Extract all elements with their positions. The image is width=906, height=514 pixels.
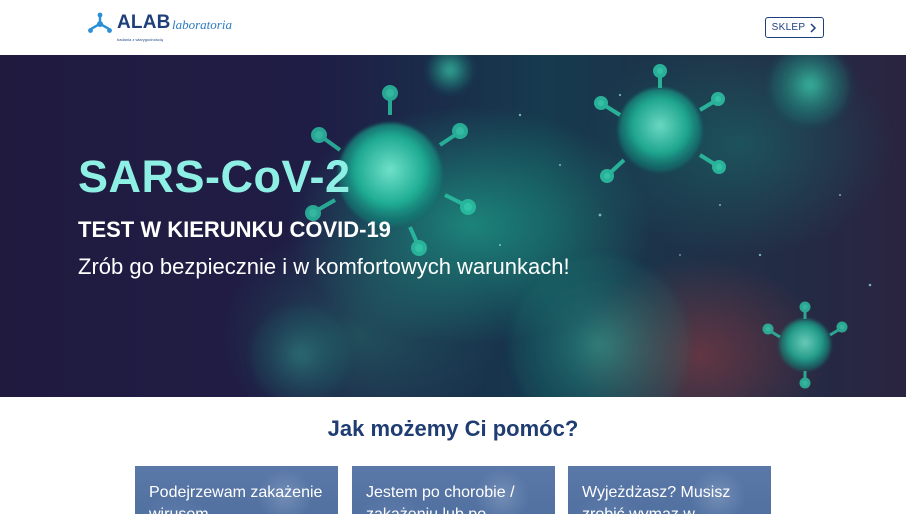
help-card-travel[interactable]: Wyjeżdżasz? Musisz zrobić wymaz w bbox=[568, 466, 771, 514]
chevron-right-icon bbox=[810, 22, 817, 33]
shop-button-label: SKLEP bbox=[771, 22, 806, 33]
help-card-title: Wyjeżdżasz? Musisz zrobić wymaz w bbox=[582, 484, 731, 514]
help-section-title: Jak możemy Ci pomóc? bbox=[327, 416, 579, 441]
help-card-title: Jestem po chorobie / zakażeniu lub po bbox=[366, 484, 515, 514]
hero-banner: SARS-CoV-2 TEST W KIERUNKU COVID-19 Zrób… bbox=[0, 55, 906, 397]
hero-title: SARS-CoV-2 bbox=[78, 151, 351, 202]
logo-subtext: laboratoria bbox=[172, 17, 232, 32]
help-card-suspect-infection[interactable]: Podejrzewam zakażenie wirusem bbox=[135, 466, 338, 514]
site-header: ALAB laboratoria badania z wiarygodności… bbox=[0, 0, 906, 55]
logo-tagline: badania z wiarygodnością bbox=[117, 37, 164, 42]
hero-subtitle: TEST W KIERUNKU COVID-19 bbox=[78, 217, 391, 242]
shop-button[interactable]: SKLEP bbox=[765, 17, 824, 38]
help-card-title: Podejrzewam zakażenie wirusem bbox=[149, 484, 323, 514]
help-card-after-illness[interactable]: Jestem po chorobie / zakażeniu lub po bbox=[352, 466, 555, 514]
alab-logo-icon bbox=[88, 12, 112, 33]
logo-brand: ALAB bbox=[117, 12, 171, 33]
alab-logo[interactable]: ALAB laboratoria badania z wiarygodności… bbox=[86, 10, 246, 46]
hero-tagline: Zrób go bezpiecznie i w komfortowych war… bbox=[78, 254, 570, 279]
